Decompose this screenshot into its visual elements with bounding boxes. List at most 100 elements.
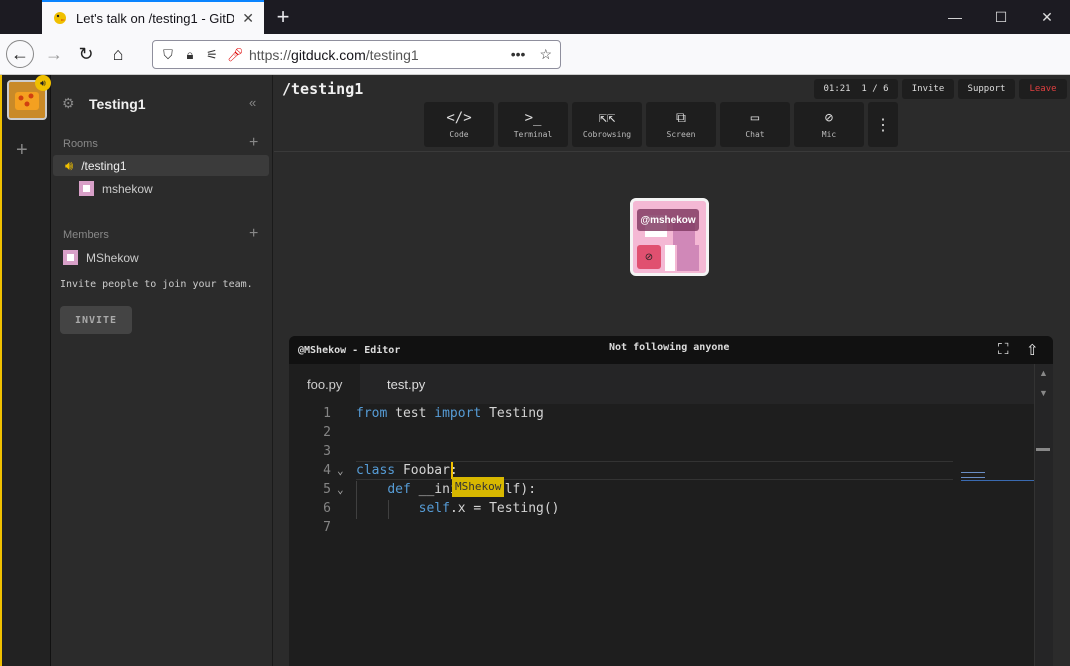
invite-button[interactable]: INVITE: [60, 306, 132, 334]
more-actions-icon[interactable]: •••: [511, 46, 526, 63]
speaker-icon: 🔊︎: [65, 157, 74, 173]
tool-label: Mic: [821, 130, 837, 139]
code-token: Testing: [481, 406, 544, 421]
line-number: 1: [323, 406, 331, 421]
close-window-icon[interactable]: ✕: [1024, 0, 1070, 34]
tool-label: Code: [449, 130, 469, 139]
code-line: 3: [289, 442, 1034, 461]
line-number: 2: [323, 425, 331, 440]
participant-handle: @mshekow: [637, 209, 699, 231]
member-item[interactable]: MShekow: [63, 250, 139, 265]
tool-label: Screen: [666, 130, 696, 139]
scroll-up-icon[interactable]: ▲: [1039, 368, 1048, 378]
vertical-scrollbar[interactable]: ▲ ▼: [1034, 364, 1053, 666]
code-line: 6 self.x = Testing(): [289, 499, 1034, 518]
mic-muted-icon: ⊘: [824, 110, 834, 126]
call-timer: 01:21: [823, 84, 851, 94]
follow-status: Not following anyone: [609, 342, 730, 353]
fold-chevron-icon[interactable]: ⌄: [337, 480, 344, 499]
room-participant[interactable]: mshekow: [79, 181, 153, 196]
fold-chevron-icon[interactable]: ⌄: [337, 461, 344, 480]
room-participant-name: mshekow: [102, 181, 153, 196]
new-tab-button[interactable]: +: [272, 4, 294, 30]
tab-test-py[interactable]: test.py: [369, 364, 443, 404]
code-token: self: [418, 501, 450, 516]
user-avatar: [63, 250, 78, 265]
collapse-sidebar-icon[interactable]: «: [249, 95, 256, 110]
code-line: 1 from test import Testing: [289, 404, 1034, 423]
add-room-icon[interactable]: +: [249, 134, 258, 152]
rooms-heading: Rooms: [63, 138, 98, 150]
lock-icon[interactable]: 🔒︎: [183, 47, 197, 63]
close-tab-icon[interactable]: ✕: [242, 10, 254, 27]
microphone-icon[interactable]: 🎤︎: [227, 47, 244, 63]
team-rail: 🔊︎ +: [0, 75, 51, 666]
scroll-down-icon[interactable]: ▼: [1039, 388, 1048, 398]
terminal-icon: >_: [524, 110, 542, 126]
add-team-icon[interactable]: +: [16, 139, 28, 162]
scroll-thumb[interactable]: [1036, 448, 1050, 451]
code-icon: </>: [446, 110, 472, 126]
screen-share-icon: ⧉: [676, 110, 686, 126]
tool-chat[interactable]: ▭ Chat: [720, 102, 790, 147]
code-editor: @MShekow - Editor Not following anyone ⛶…: [289, 336, 1053, 666]
tab-foo-py[interactable]: foo.py: [289, 364, 361, 404]
line-number: 6: [323, 501, 331, 516]
tool-screen[interactable]: ⧉ Screen: [646, 102, 716, 147]
more-menu-icon[interactable]: ⋮: [868, 102, 898, 147]
invite-header-button[interactable]: Invite: [902, 79, 954, 99]
gitduck-favicon-icon: [52, 10, 68, 26]
participant-count: 1 / 6: [861, 84, 889, 94]
members-heading: Members: [63, 229, 109, 241]
add-member-icon[interactable]: +: [249, 225, 258, 243]
line-number: 3: [323, 444, 331, 459]
upload-arrow-icon[interactable]: ⇧: [1026, 341, 1039, 359]
code-line: 5 ⌄ def __init__(self):: [289, 480, 1034, 499]
browser-tab[interactable]: Let's talk on /testing1 - GitDuck ✕: [42, 0, 264, 34]
back-icon[interactable]: ←: [6, 40, 34, 68]
mic-muted-icon: ⊘: [637, 245, 661, 269]
editor-title: @MShekow - Editor: [298, 345, 401, 356]
code-token: .x = Testing(): [449, 501, 560, 516]
tool-code[interactable]: </> Code: [424, 102, 494, 147]
code-token: def: [387, 482, 411, 497]
code-token: test: [387, 406, 435, 421]
forward-icon[interactable]: →: [40, 40, 68, 68]
sidebar: ⚙ Testing1 « Rooms + 🔊︎ /testing1 msheko…: [52, 75, 273, 666]
url-bar[interactable]: ⛉ 🔒︎ ⚟ 🎤︎ https://gitduck.com/testing1 •…: [152, 40, 561, 69]
tool-label: Terminal: [513, 130, 553, 139]
home-icon[interactable]: ⌂: [104, 40, 132, 68]
header-divider: [274, 151, 1070, 152]
code-line: 2: [289, 423, 1034, 442]
minimize-icon[interactable]: —: [932, 0, 978, 34]
line-number: 5: [323, 482, 331, 497]
code-token: Foobar:: [395, 463, 458, 478]
code-area[interactable]: 1 from test import Testing 2 3 4 ⌄ class…: [289, 404, 1034, 666]
room-item-testing1[interactable]: 🔊︎ /testing1: [53, 155, 269, 176]
browser-navbar: ← → ↻ ⌂ ⛉ 🔒︎ ⚟ 🎤︎ https://gitduck.com/te…: [0, 34, 1070, 75]
shield-icon[interactable]: ⛉: [161, 47, 175, 63]
url-path: /testing1: [365, 46, 419, 63]
permissions-icon[interactable]: ⚟: [205, 47, 219, 63]
tool-cobrowsing[interactable]: ⇱⇱ Cobrowsing: [572, 102, 642, 147]
support-button[interactable]: Support: [958, 79, 1015, 99]
participant-tile[interactable]: @mshekow ⊘: [630, 198, 709, 276]
fullscreen-icon[interactable]: ⛶: [998, 341, 1009, 358]
code-token: import: [434, 406, 482, 421]
tool-mic[interactable]: ⊘ Mic: [794, 102, 864, 147]
minimap[interactable]: [959, 472, 1034, 482]
call-status: 01:21 1 / 6: [814, 79, 898, 99]
member-name: MShekow: [86, 250, 139, 265]
toolbar: </> Code >_ Terminal ⇱⇱ Cobrowsing ⧉ Screen …: [424, 102, 898, 147]
url-prefix: https://: [249, 46, 292, 63]
maximize-icon[interactable]: ☐: [978, 0, 1024, 34]
bookmark-star-icon[interactable]: ☆: [539, 46, 552, 63]
tool-terminal[interactable]: >_ Terminal: [498, 102, 568, 147]
user-avatar: [79, 181, 94, 196]
reload-icon[interactable]: ↻: [72, 40, 100, 68]
settings-gear-icon[interactable]: ⚙: [62, 95, 75, 112]
url-text[interactable]: https://gitduck.com/testing1: [249, 47, 503, 63]
leave-button[interactable]: Leave: [1019, 79, 1067, 99]
url-domain: gitduck.com: [291, 46, 366, 63]
room-label: /testing1: [81, 158, 127, 173]
